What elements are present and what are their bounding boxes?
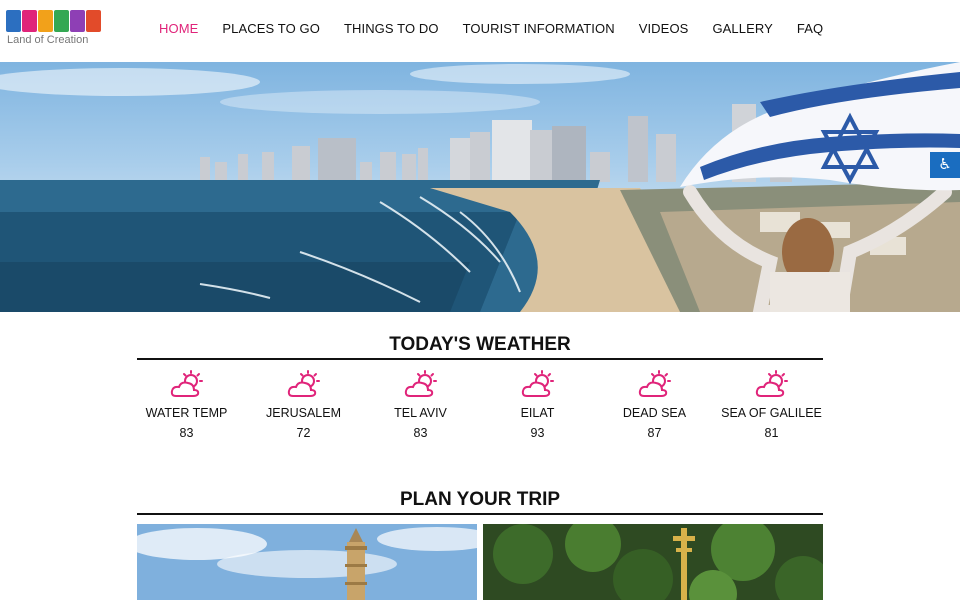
trip-card-church[interactable] [483, 524, 823, 600]
trip-card-image [483, 524, 823, 600]
weather-item-sea-of-galilee: SEA OF GALILEE 81 [713, 370, 830, 440]
weather-location: EILAT [520, 406, 555, 420]
weather-temperature: 87 [647, 426, 662, 440]
nav-faq[interactable]: FAQ [797, 21, 823, 36]
weather-location: JERUSALEM [265, 406, 342, 420]
logo-letter [22, 10, 37, 32]
logo-letter [70, 10, 85, 32]
site-logo[interactable]: Land of Creation [6, 10, 116, 50]
plan-trip-title: PLAN YOUR TRIP [399, 489, 561, 510]
accessibility-icon: ♿ [938, 156, 952, 173]
logo-letter [86, 10, 101, 32]
weather-location: DEAD SEA [622, 406, 687, 420]
partly-cloudy-icon [170, 370, 203, 397]
weather-temperature: 83 [179, 426, 194, 440]
site-header: Land of Creation HOME PLACES TO GO THING… [0, 0, 960, 62]
logo-tagline: Land of Creation [7, 34, 89, 46]
weather-title: TODAY'S WEATHER [389, 334, 571, 355]
nav-videos[interactable]: VIDEOS [639, 21, 689, 36]
logo-letter [6, 10, 21, 32]
weather-temperature: 72 [296, 426, 311, 440]
hero-image [0, 62, 960, 312]
weather-item-dead-sea: DEAD SEA 87 [596, 370, 713, 440]
weather-item-jerusalem: JERUSALEM 72 [245, 370, 362, 440]
weather-location: SEA OF GALILEE [721, 406, 822, 420]
main-nav: HOME PLACES TO GO THINGS TO DO TOURIST I… [159, 21, 823, 36]
weather-location: WATER TEMP [145, 406, 228, 420]
weather-item-water-temp: WATER TEMP 83 [128, 370, 245, 440]
weather-location: TEL AVIV [394, 406, 447, 420]
nav-tourist-information[interactable]: TOURIST INFORMATION [463, 21, 615, 36]
weather-temperature: 93 [530, 426, 545, 440]
hero-banner: ♿ [0, 62, 960, 312]
weather-temperature: 83 [413, 426, 428, 440]
weather-list: WATER TEMP 83 JERUSALEM 72 TEL AVIV 83 E… [128, 370, 832, 440]
partly-cloudy-icon [638, 370, 671, 397]
partly-cloudy-icon [755, 370, 788, 397]
trip-card-tower[interactable] [137, 524, 477, 600]
logo-letter [54, 10, 69, 32]
weather-temperature: 81 [764, 426, 779, 440]
nav-places-to-go[interactable]: PLACES TO GO [222, 21, 320, 36]
nav-things-to-do[interactable]: THINGS TO DO [344, 21, 439, 36]
plan-trip-divider [137, 513, 823, 515]
logo-letter [38, 10, 53, 32]
trip-card-image [137, 524, 477, 600]
partly-cloudy-icon [521, 370, 554, 397]
logo-wordmark [6, 10, 116, 34]
partly-cloudy-icon [404, 370, 437, 397]
nav-home[interactable]: HOME [159, 21, 198, 36]
weather-item-tel-aviv: TEL AVIV 83 [362, 370, 479, 440]
accessibility-button[interactable]: ♿ [930, 152, 960, 178]
nav-gallery[interactable]: GALLERY [712, 21, 772, 36]
weather-item-eilat: EILAT 93 [479, 370, 596, 440]
partly-cloudy-icon [287, 370, 320, 397]
weather-divider [137, 358, 823, 360]
